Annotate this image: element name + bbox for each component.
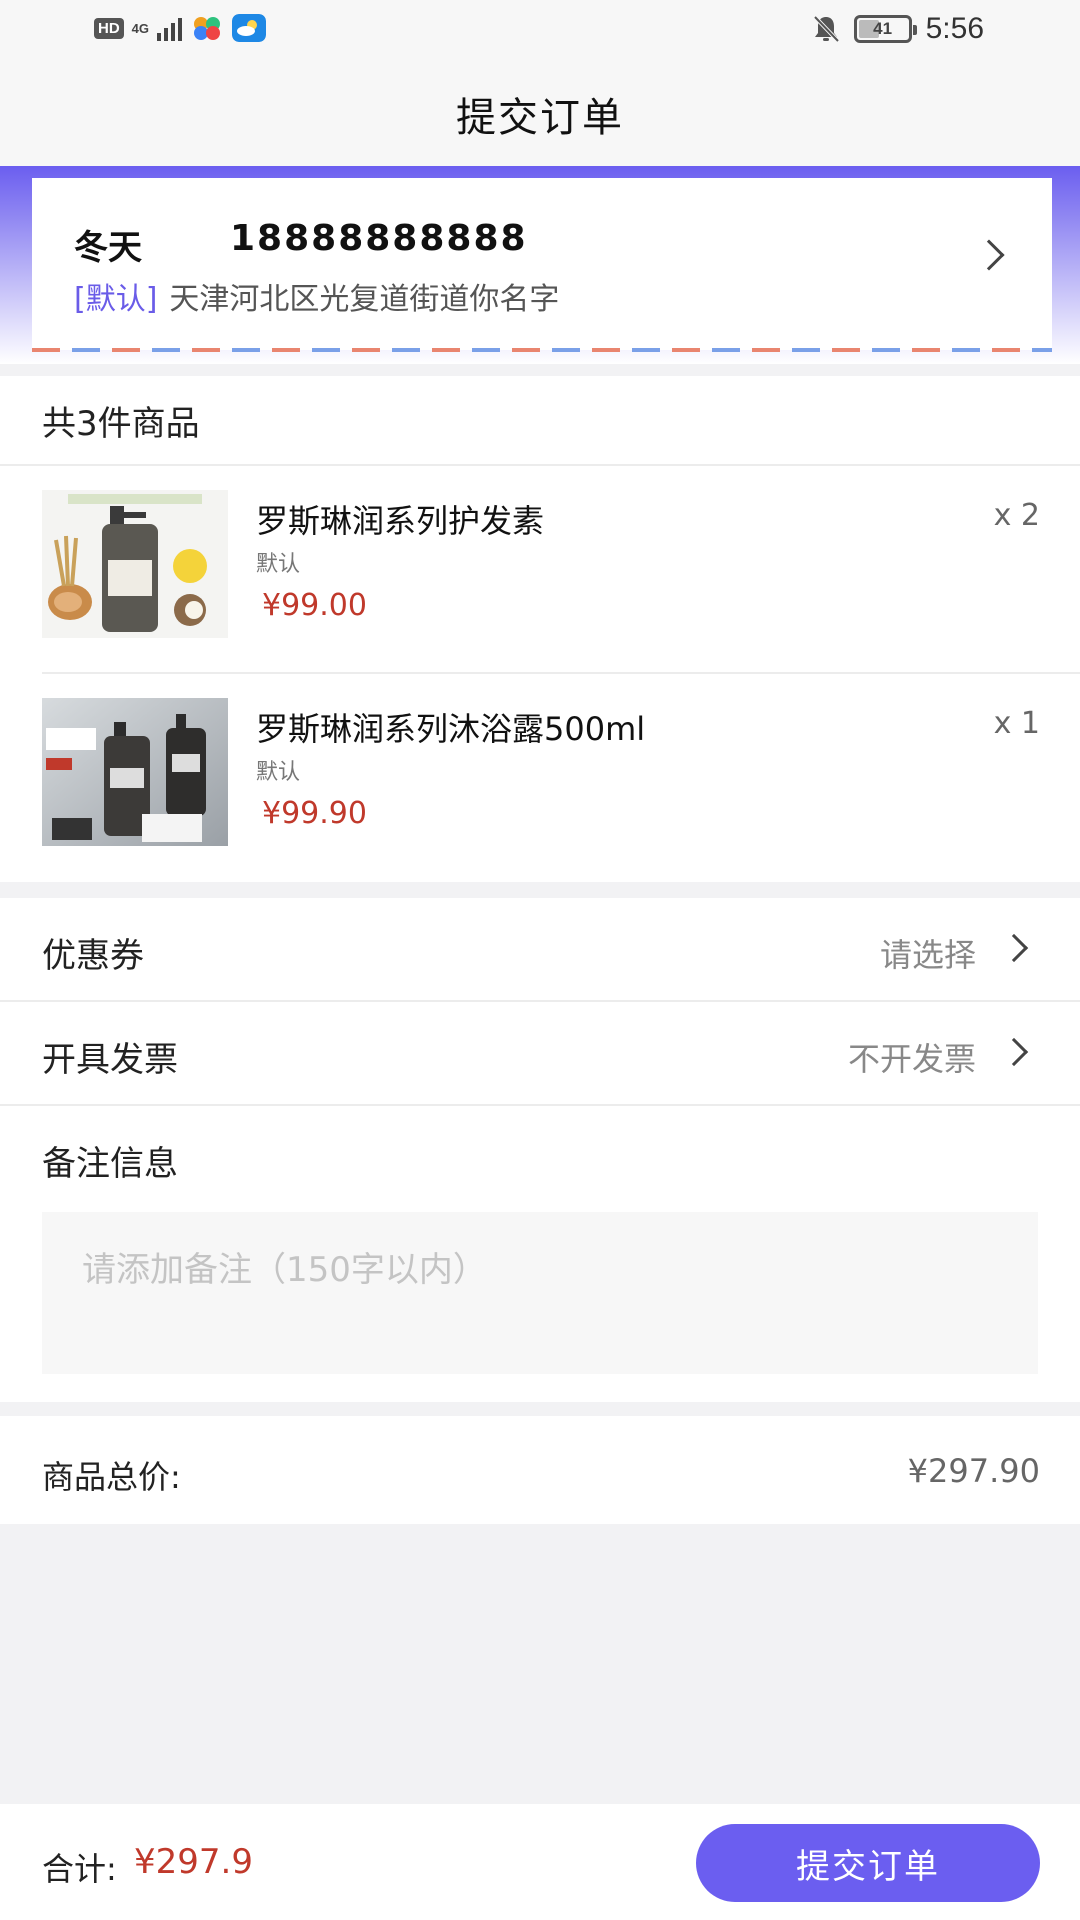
clock: 5:56 xyxy=(925,12,984,45)
total-price-label: 商品总价: xyxy=(42,1458,181,1496)
product-spec: 默认 xyxy=(256,552,301,577)
submit-order-button[interactable]: 提交订单 xyxy=(696,1824,1040,1902)
default-tag: [默认] xyxy=(74,282,158,317)
network-type-label: 4G xyxy=(131,20,150,36)
invoice-label: 开具发票 xyxy=(42,1040,178,1080)
remark-section: 备注信息 xyxy=(0,1106,1080,1402)
app-icon xyxy=(194,17,221,40)
recipient-name: 冬天 xyxy=(74,228,142,268)
chevron-right-icon xyxy=(973,239,1005,271)
sum-value: ¥297.9 xyxy=(134,1842,253,1882)
remark-input[interactable] xyxy=(42,1212,1038,1374)
product-spec: 默认 xyxy=(256,760,301,785)
invoice-value: 不开发票 xyxy=(847,1040,976,1078)
address-detail: 天津河北区光复道街道你名字 xyxy=(169,282,560,317)
status-right: 41 5:56 xyxy=(812,12,984,46)
shower-gel-bottle-image xyxy=(42,698,228,846)
weather-icon xyxy=(232,14,267,42)
product-name: 罗斯琳润系列沐浴露500ml xyxy=(256,710,646,748)
total-price-row: 商品总价: ¥297.90 xyxy=(0,1416,1080,1524)
invoice-row[interactable]: 开具发票 不开发票 xyxy=(0,1002,1080,1104)
total-price-value: ¥297.90 xyxy=(907,1452,1040,1490)
conditioner-bottle-image xyxy=(42,490,228,638)
recipient-phone: 18888888888 xyxy=(230,218,528,259)
product-price: ¥99.90 xyxy=(262,796,367,831)
airmail-border xyxy=(32,348,1052,352)
product-price: ¥99.00 xyxy=(262,588,367,623)
page-header: 提交订单 xyxy=(0,62,1080,166)
signal-icon xyxy=(157,15,183,41)
coupon-row[interactable]: 优惠券 请选择 xyxy=(0,898,1080,1000)
product-name: 罗斯琳润系列护发素 xyxy=(256,502,545,540)
address-card[interactable]: 冬天 18888888888 [默认] 天津河北区光复道街道你名字 xyxy=(32,178,1052,350)
checkout-bar: 合计: ¥297.9 提交订单 xyxy=(0,1804,1080,1920)
chevron-right-icon xyxy=(999,933,1029,963)
coupon-label: 优惠券 xyxy=(42,936,144,976)
hd-icon: HD xyxy=(94,17,124,39)
status-left: HD 4G xyxy=(94,14,267,42)
product-count: 共3件商品 xyxy=(42,404,200,444)
battery-level: 41 xyxy=(873,19,893,38)
sum-label: 合计: xyxy=(42,1850,117,1888)
product-quantity: x 2 xyxy=(993,498,1040,533)
remark-label: 备注信息 xyxy=(42,1144,178,1184)
product-quantity: x 1 xyxy=(993,706,1040,741)
product-item[interactable]: 罗斯琳润系列护发素 默认 ¥99.00 x 2 xyxy=(0,466,1080,674)
address-line: [默认] 天津河北区光复道街道你名字 xyxy=(74,274,559,318)
chevron-right-icon xyxy=(999,1037,1029,1067)
product-list: 共3件商品 罗斯琳润系列护发素 默认 ¥99.00 x 2 罗斯琳润系列沐浴露5… xyxy=(0,376,1080,882)
mute-icon xyxy=(813,15,840,43)
battery-icon: 41 xyxy=(853,15,917,43)
status-bar: HD 4G 41 5:56 xyxy=(0,0,1080,62)
coupon-value: 请选择 xyxy=(879,936,976,974)
product-item[interactable]: 罗斯琳润系列沐浴露500ml 默认 ¥99.90 x 1 xyxy=(0,674,1080,882)
page-title: 提交订单 xyxy=(456,95,624,141)
